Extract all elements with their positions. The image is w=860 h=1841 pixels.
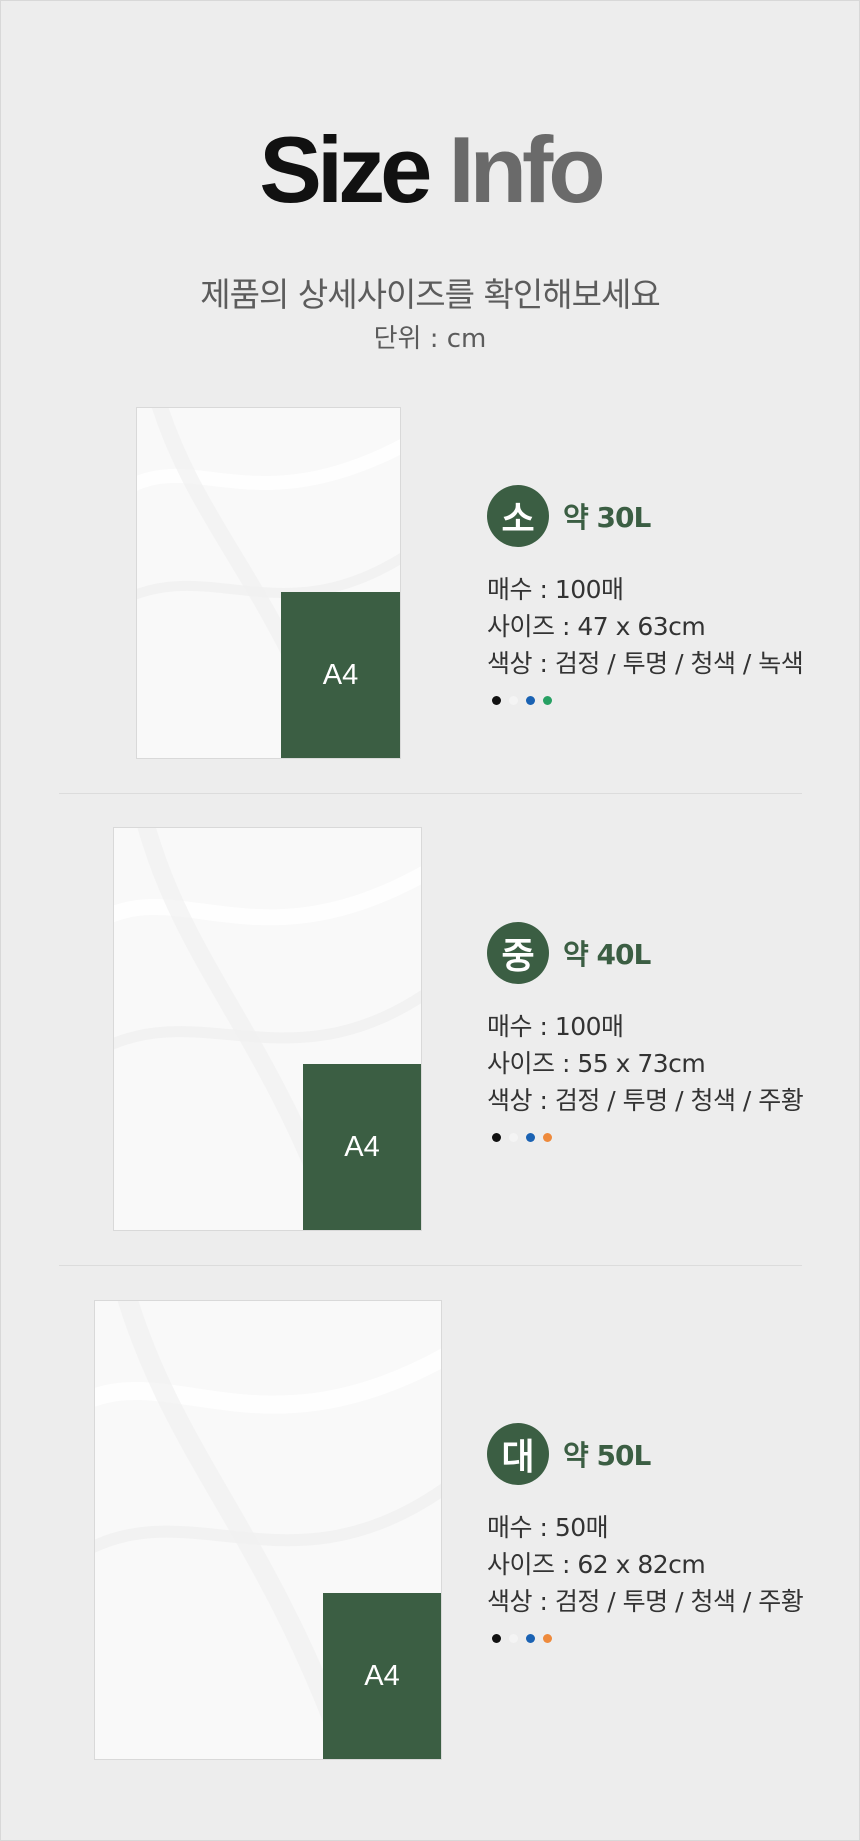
product-info-medium: 중 약 40L 매수 : 100매 사이즈 : 55 x 73cm 색상 : 검… [487, 922, 847, 1142]
title-word-size: Size [259, 117, 432, 222]
color-dot [543, 696, 552, 705]
color-dot [526, 696, 535, 705]
color-swatches [487, 1133, 847, 1142]
page-title: Size Info [0, 120, 860, 220]
color-text: 색상 : 검정 / 투명 / 청색 / 녹색 [487, 649, 804, 678]
size-badge: 대 [487, 1423, 549, 1485]
title-word-info: Info [448, 117, 605, 222]
unit-label: 단위 : cm [373, 324, 487, 354]
size-text: 사이즈 : 55 x 73cm [487, 1049, 706, 1078]
a4-reference: A4 [323, 1593, 441, 1759]
bag-illustration-large: A4 [94, 1300, 442, 1760]
count-text: 매수 : 50매 [487, 1513, 609, 1542]
volume-label: 약 30L [563, 501, 651, 534]
color-dot [543, 1133, 552, 1142]
count-text: 매수 : 100매 [487, 575, 624, 604]
a4-reference: A4 [303, 1064, 421, 1230]
size-badge: 중 [487, 922, 549, 984]
page-subtitle: 제품의 상세사이즈를 확인해보세요 [200, 275, 660, 314]
volume-label: 약 50L [563, 1439, 651, 1472]
color-dot [509, 1634, 518, 1643]
color-swatches [487, 1634, 847, 1643]
section-divider [59, 793, 802, 794]
a4-reference: A4 [281, 592, 400, 758]
size-badge: 소 [487, 485, 549, 547]
color-dot [509, 1133, 518, 1142]
color-dot [492, 696, 501, 705]
product-info-large: 대 약 50L 매수 : 50매 사이즈 : 62 x 82cm 색상 : 검정… [487, 1423, 847, 1643]
color-dot [492, 1634, 501, 1643]
color-dot [526, 1634, 535, 1643]
section-divider [59, 1265, 802, 1266]
size-text: 사이즈 : 62 x 82cm [487, 1550, 706, 1579]
color-dot [526, 1133, 535, 1142]
color-dot [492, 1133, 501, 1142]
volume-label: 약 40L [563, 938, 651, 971]
count-text: 매수 : 100매 [487, 1012, 624, 1041]
color-dot [509, 696, 518, 705]
product-info-small: 소 약 30L 매수 : 100매 사이즈 : 47 x 63cm 색상 : 검… [487, 485, 847, 705]
color-text: 색상 : 검정 / 투명 / 청색 / 주황 [487, 1587, 804, 1616]
color-text: 색상 : 검정 / 투명 / 청색 / 주황 [487, 1086, 804, 1115]
color-dot [543, 1634, 552, 1643]
size-text: 사이즈 : 47 x 63cm [487, 612, 706, 641]
color-swatches [487, 696, 847, 705]
bag-illustration-medium: A4 [113, 827, 422, 1231]
bag-illustration-small: A4 [136, 407, 401, 759]
